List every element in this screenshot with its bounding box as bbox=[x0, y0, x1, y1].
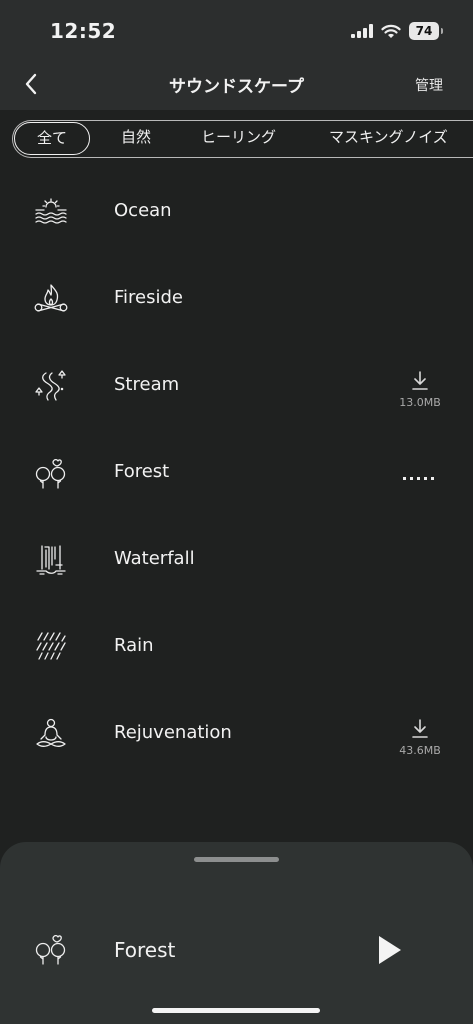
chevron-left-icon bbox=[24, 73, 38, 95]
list-item-label: Fireside bbox=[114, 287, 184, 308]
download-button[interactable]: 43.6MB bbox=[395, 718, 445, 757]
now-playing-title: Forest bbox=[114, 938, 176, 962]
download-icon bbox=[410, 370, 430, 392]
wifi-icon bbox=[381, 24, 401, 39]
tab-masking-noise[interactable]: マスキングノイズ bbox=[329, 121, 448, 156]
back-button[interactable] bbox=[16, 68, 46, 100]
download-icon bbox=[410, 718, 430, 740]
list-item-label: Ocean bbox=[114, 200, 172, 221]
list-item-rain[interactable]: Rain bbox=[0, 603, 473, 690]
rain-icon bbox=[32, 628, 70, 666]
home-indicator bbox=[152, 1008, 320, 1013]
tab-nature[interactable]: 自然 bbox=[121, 121, 151, 156]
list-item-label: Rejuvenation bbox=[114, 722, 232, 743]
category-tabs: 全て 自然 ヒーリング マスキングノイズ bbox=[12, 120, 473, 158]
status-time: 12:52 bbox=[50, 19, 117, 43]
list-item-waterfall[interactable]: Waterfall bbox=[0, 516, 473, 603]
waterfall-icon bbox=[32, 541, 70, 579]
list-item-fireside[interactable]: Fireside bbox=[0, 255, 473, 342]
download-button[interactable]: 13.0MB bbox=[395, 370, 445, 409]
battery-indicator: 74 bbox=[409, 22, 443, 40]
status-bar: 12:52 74 bbox=[0, 0, 473, 60]
play-button[interactable] bbox=[372, 932, 408, 968]
list-item-forest[interactable]: Forest bbox=[0, 429, 473, 516]
forest-icon bbox=[32, 454, 70, 492]
forest-icon bbox=[32, 930, 70, 968]
download-size: 13.0MB bbox=[399, 396, 441, 409]
list-item-label: Forest bbox=[114, 461, 170, 482]
play-icon bbox=[372, 932, 408, 968]
nav-bar: サウンドスケープ 管理 bbox=[0, 60, 473, 110]
sheet-drag-handle[interactable] bbox=[194, 857, 279, 862]
list-item-ocean[interactable]: Ocean bbox=[0, 168, 473, 255]
stream-icon bbox=[32, 367, 70, 405]
now-playing-sheet[interactable]: Forest bbox=[0, 842, 473, 1024]
status-icons: 74 bbox=[351, 22, 443, 40]
tab-healing[interactable]: ヒーリング bbox=[201, 121, 276, 156]
page-title: サウンドスケープ bbox=[169, 77, 304, 97]
list-item-label: Waterfall bbox=[114, 548, 195, 569]
list-item-rejuvenation[interactable]: Rejuvenation 43.6MB bbox=[0, 690, 473, 777]
fireside-icon bbox=[32, 280, 70, 318]
list-item-label: Rain bbox=[114, 635, 154, 656]
rejuvenation-icon bbox=[32, 715, 70, 753]
ocean-icon bbox=[32, 193, 70, 231]
list-item-stream[interactable]: Stream 13.0MB bbox=[0, 342, 473, 429]
manage-button[interactable]: 管理 bbox=[415, 75, 443, 95]
downloading-dots-icon bbox=[403, 477, 435, 481]
download-size: 43.6MB bbox=[399, 744, 441, 757]
tab-all[interactable]: 全て bbox=[14, 122, 91, 155]
signal-icon bbox=[351, 24, 373, 38]
list-item-label: Stream bbox=[114, 374, 180, 395]
